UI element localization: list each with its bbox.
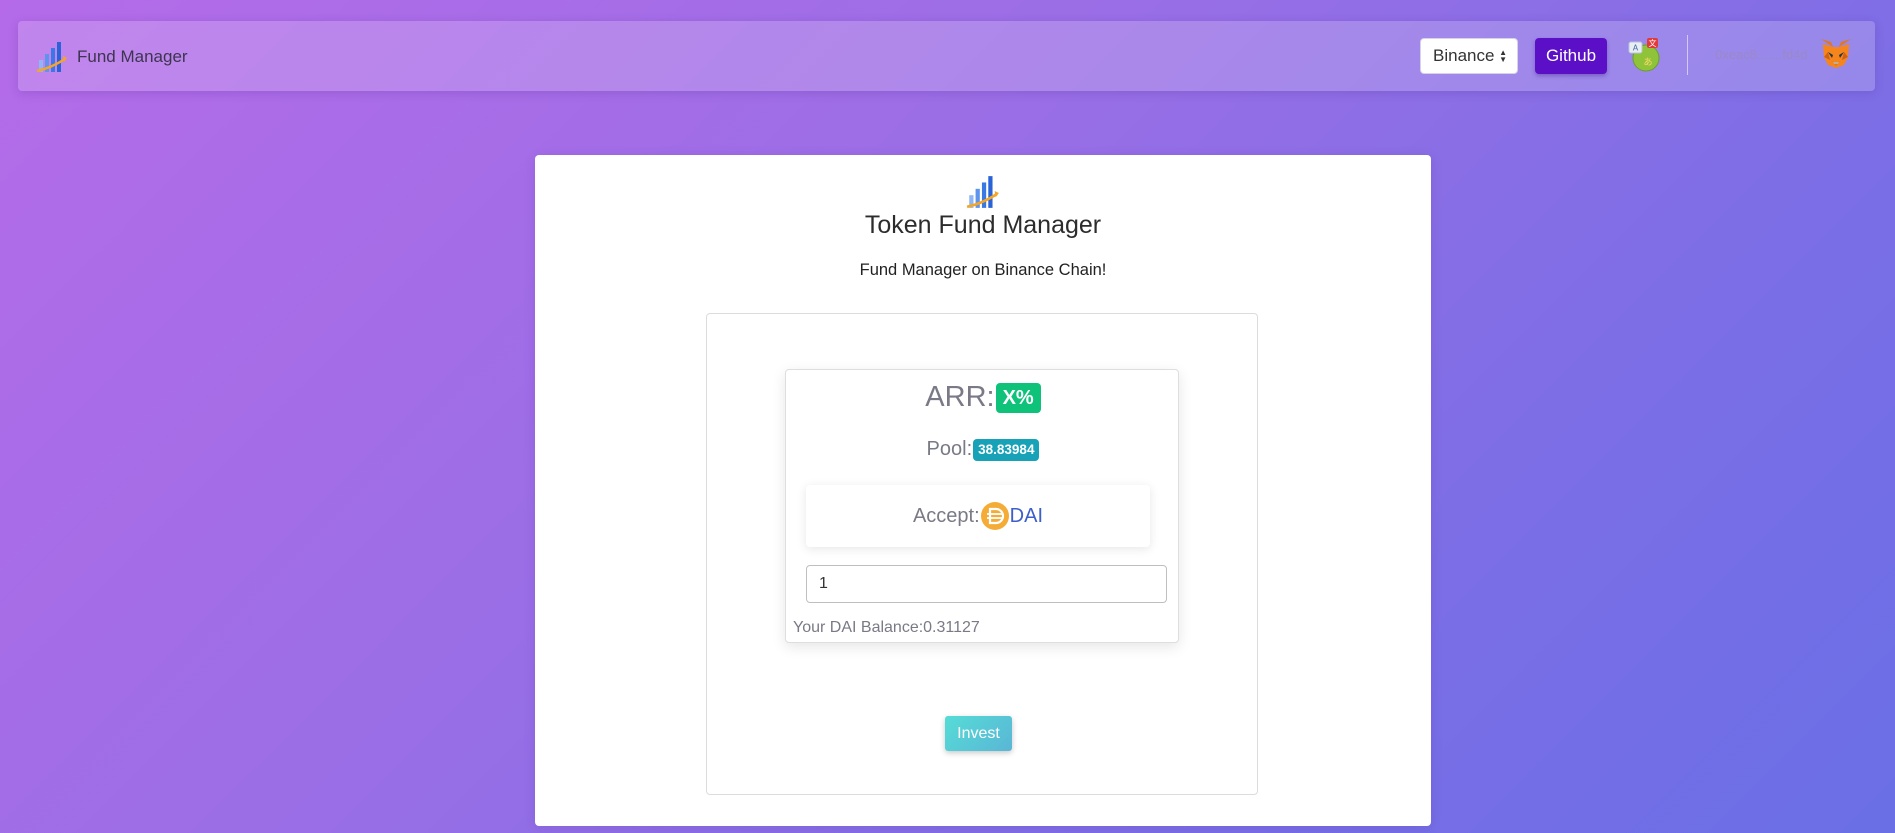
pool-card: ARR: X% Pool: 38.83984 Accept: DAI Your … bbox=[785, 369, 1179, 643]
arr-row: ARR: X% bbox=[786, 381, 1180, 414]
arr-badge: X% bbox=[995, 382, 1041, 413]
metamask-fox-icon[interactable] bbox=[1818, 35, 1854, 71]
top-navbar: Fund Manager Binance ▲ ▼ Github A 文 あ 0xe… bbox=[18, 21, 1875, 91]
brand-name: Fund Manager bbox=[77, 47, 188, 66]
bar-chart-logo-icon bbox=[966, 176, 999, 209]
page-subtitle: Fund Manager on Binance Chain! bbox=[859, 261, 1107, 279]
accept-label: Accept: bbox=[912, 504, 980, 527]
amount-input[interactable] bbox=[806, 565, 1167, 603]
brand[interactable]: Fund Manager bbox=[35, 39, 188, 75]
network-select-value: Binance bbox=[1433, 46, 1495, 65]
pool-badge: 38.83984 bbox=[973, 438, 1040, 461]
accept-token-box: Accept: DAI bbox=[806, 485, 1150, 547]
svg-text:あ: あ bbox=[1643, 57, 1652, 68]
pool-row: Pool: 38.83984 bbox=[786, 438, 1180, 461]
invest-panel: ARR: X% Pool: 38.83984 Accept: DAI Your … bbox=[706, 313, 1258, 795]
svg-text:文: 文 bbox=[1649, 38, 1657, 48]
main-card: Token Fund Manager Fund Manager on Binan… bbox=[535, 155, 1431, 826]
pool-label: Pool: bbox=[926, 438, 973, 460]
dai-balance: Your DAI Balance:0.31127 bbox=[793, 619, 980, 636]
invest-button[interactable]: Invest bbox=[945, 716, 1012, 751]
bar-chart-logo-icon bbox=[36, 42, 67, 73]
arr-label: ARR: bbox=[925, 381, 995, 413]
wallet-address[interactable]: 0xeac8.......fd4d bbox=[1715, 47, 1808, 62]
select-caret-icon: ▲ ▼ bbox=[1499, 48, 1507, 64]
navbar-divider bbox=[1687, 35, 1688, 75]
translate-icon[interactable]: A 文 あ bbox=[1625, 36, 1663, 74]
dai-token-icon bbox=[980, 502, 1009, 530]
network-select[interactable]: Binance ▲ ▼ bbox=[1420, 38, 1518, 74]
accept-token-link[interactable]: DAI bbox=[1010, 505, 1043, 528]
svg-text:A: A bbox=[1633, 44, 1639, 53]
github-button[interactable]: Github bbox=[1535, 38, 1607, 74]
page-title: Token Fund Manager bbox=[864, 211, 1102, 239]
